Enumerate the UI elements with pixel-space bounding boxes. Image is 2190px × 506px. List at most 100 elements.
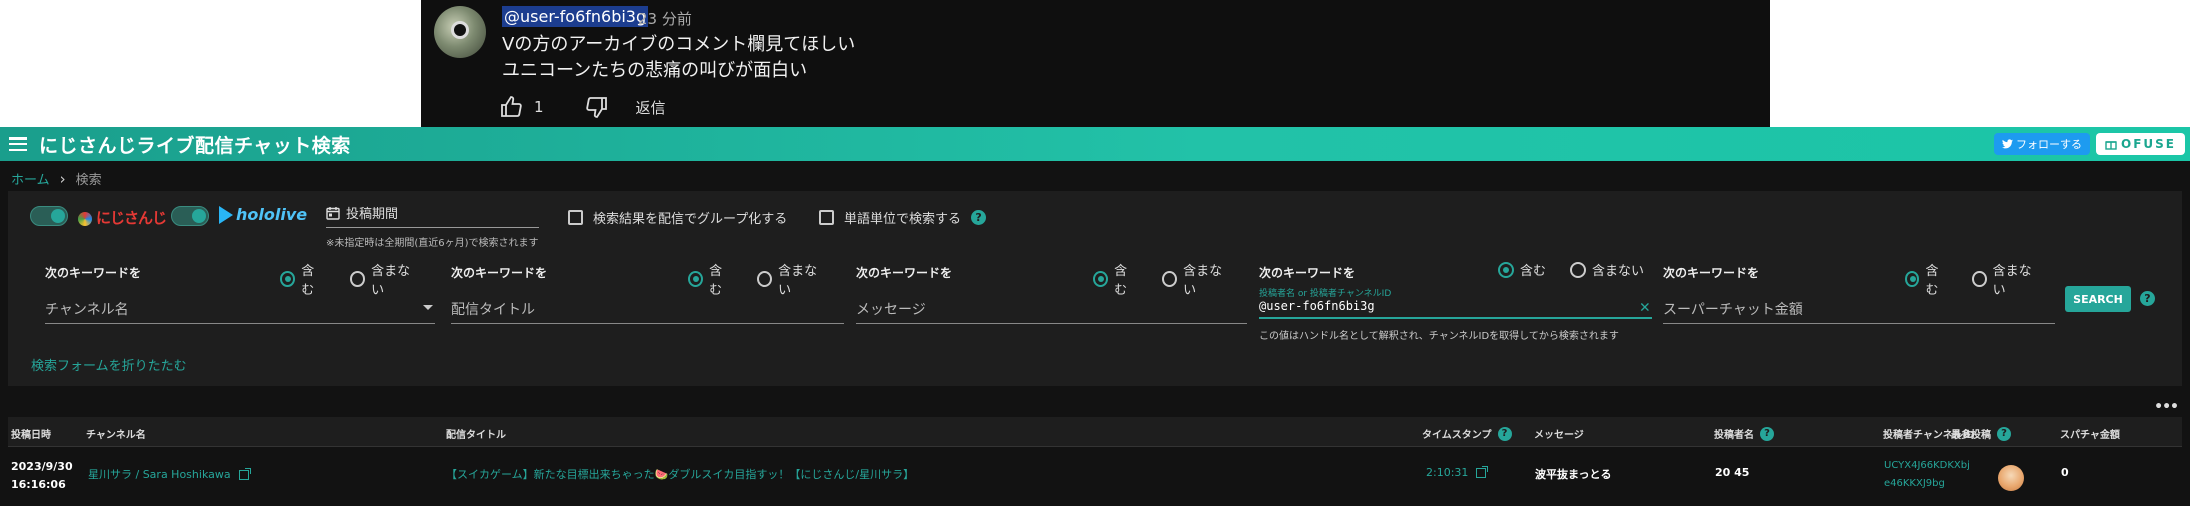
keyword-label: 次のキーワードを <box>856 266 953 280</box>
row-timestamp-link[interactable]: 2:10:31 <box>1426 466 1489 479</box>
breadcrumb-separator: › <box>59 169 66 188</box>
keyword-label: 次のキーワードを <box>1663 266 1760 280</box>
external-link-icon[interactable] <box>1476 466 1489 478</box>
ofuse-button[interactable]: OFUSE <box>2096 133 2185 155</box>
help-icon[interactable]: ? <box>1760 426 1774 441</box>
twitter-follow-button[interactable]: フォローする <box>1994 133 2091 155</box>
exclude-radio[interactable] <box>1972 271 1987 287</box>
group-by-stream-checkbox[interactable]: 検索結果を配信でグループ化する <box>568 208 787 227</box>
col-date[interactable]: 投稿日時 <box>11 426 51 441</box>
col-message[interactable]: メッセージ <box>1534 426 1584 441</box>
header-actions: フォローする OFUSE <box>1994 133 2185 155</box>
col-title[interactable]: 配信タイトル <box>446 426 506 441</box>
row-superchat: 0 <box>2061 466 2069 479</box>
col-latest-label: 最多投稿 <box>1951 430 1991 441</box>
row-author-id-2: e46KKXJ9bg <box>1884 478 1945 489</box>
col-timestamp-label: タイムスタンプ <box>1422 430 1492 441</box>
col-latest[interactable]: 最多投稿? <box>1951 426 2011 441</box>
search-button[interactable]: SEARCH <box>2065 286 2131 312</box>
period-label: 投稿期間 <box>346 207 399 222</box>
keyword-label: 次のキーワードを <box>451 266 548 280</box>
message-input[interactable]: メッセージ <box>856 299 1247 324</box>
comment-line: Vの方のアーカイブのコメント欄見てほしい <box>502 34 856 55</box>
gift-box-icon <box>2105 141 2117 150</box>
help-icon[interactable]: ? <box>1997 426 2011 441</box>
include-label: 含む <box>1520 264 1547 279</box>
thumbs-up-icon[interactable] <box>498 95 524 119</box>
ofuse-label: OFUSE <box>2121 137 2176 151</box>
include-exclude-radios: 含む 含まない <box>1093 260 1231 298</box>
help-icon[interactable]: ? <box>1497 426 1512 441</box>
help-icon[interactable]: ? <box>2140 291 2155 306</box>
exclude-radio[interactable] <box>757 271 773 287</box>
include-radio[interactable] <box>1905 271 1920 287</box>
row-channel-link[interactable]: 星川サラ / Sara Hoshikawa <box>88 466 251 482</box>
include-radio[interactable] <box>1093 271 1109 287</box>
thumbs-down-icon[interactable] <box>584 95 610 119</box>
stream-title-input[interactable]: 配信タイトル <box>451 299 844 324</box>
comment-time[interactable]: 23 分前 <box>638 8 692 29</box>
hololive-toggle[interactable] <box>171 206 209 226</box>
row-author-id-link[interactable]: UCYX4J66KDKXbj e46KKXJ9bg <box>1884 457 1970 493</box>
checkbox-box[interactable] <box>819 210 834 225</box>
include-radio[interactable] <box>280 271 296 287</box>
help-icon[interactable]: ? <box>971 210 987 225</box>
reply-button[interactable]: 返信 <box>636 97 666 118</box>
app-title[interactable]: にじさんじライブ配信チャット検索 <box>39 131 351 158</box>
col-timestamp[interactable]: タイムスタンプ? <box>1422 426 1512 441</box>
group-by-stream-label: 検索結果を配信でグループ化する <box>593 212 788 227</box>
breadcrumb-home[interactable]: ホーム <box>11 169 50 188</box>
comment-actions: 1 返信 <box>498 95 666 119</box>
main-area: ホーム › 検索 にじさんじ hololive 投稿期間 ※未指定時は全期間(直… <box>0 161 2190 506</box>
exclude-radio[interactable] <box>1570 261 1587 278</box>
checkbox-box[interactable] <box>568 210 583 225</box>
exclude-label: 含まない <box>778 264 818 298</box>
commenter-avatar[interactable] <box>434 6 486 58</box>
breadcrumb-current: 検索 <box>75 173 102 188</box>
author-input-value: @user-fo6fn6bi3g <box>1259 299 1375 313</box>
include-label: 含む <box>709 264 723 298</box>
include-radio[interactable] <box>1498 261 1514 278</box>
youtube-comment: @user-fo6fn6bi3g 23 分前 Vの方のアーカイブのコメント欄見て… <box>421 0 1770 127</box>
author-field-note: この値はハンドル名として解釈され、チャンネルIDを取得してから検索されます <box>1259 331 1619 342</box>
row-date: 2023/9/30 <box>11 460 73 473</box>
exclude-radio[interactable] <box>349 271 366 287</box>
more-options-icon[interactable]: ••• <box>2154 399 2179 415</box>
external-link-icon[interactable] <box>238 468 251 480</box>
keyword-group-channel: 次のキーワードを 含む 含まない チャンネル名 <box>30 256 435 346</box>
breadcrumb: ホーム › 検索 <box>11 169 102 189</box>
comment-line: ユニコーンたちの悲痛の叫びが面白い <box>502 60 808 81</box>
include-radio[interactable] <box>688 271 704 287</box>
period-input[interactable]: 投稿期間 <box>326 203 539 228</box>
nijisanji-toggle[interactable] <box>30 206 68 226</box>
include-label: 含む <box>1925 264 1939 298</box>
collapse-form-link[interactable]: 検索フォームを折りたたむ <box>31 355 187 374</box>
include-exclude-radios: 含む 含まない <box>1498 260 1644 279</box>
include-exclude-radios: 含む 含まない <box>280 260 420 298</box>
app-header: にじさんじライブ配信チャット検索 フォローする OFUSE <box>0 127 2190 161</box>
row-title-link[interactable]: 【スイカゲーム】新たな目標出来ちゃった🍉ダブルスイカ目指すッ！【にじさんじ/星川… <box>446 466 914 482</box>
author-input[interactable]: @user-fo6fn6bi3g ✕ <box>1259 297 1652 319</box>
channel-name-select[interactable]: チャンネル名 <box>45 299 435 324</box>
hololive-logo-text: hololive <box>236 205 308 224</box>
comment-username[interactable]: @user-fo6fn6bi3g <box>502 6 649 27</box>
word-unit-checkbox[interactable]: 単語単位で検索する ? <box>819 208 987 227</box>
col-author[interactable]: 投稿者名? <box>1714 426 1774 441</box>
exclude-label: 含まない <box>371 264 411 298</box>
row-channel: 星川サラ / Sara Hoshikawa <box>88 468 231 481</box>
exclude-radio[interactable] <box>1162 271 1178 287</box>
word-unit-label: 単語単位で検索する <box>844 212 962 227</box>
twitter-bird-icon <box>2002 139 2014 149</box>
keyword-group-message: 次のキーワードを 含む 含まない メッセージ <box>841 256 1247 346</box>
keyword-group-title: 次のキーワードを 含む 含まない 配信タイトル <box>436 256 844 346</box>
menu-icon[interactable] <box>9 137 27 151</box>
search-form: にじさんじ hololive 投稿期間 ※未指定時は全期間(直近6ヶ月)で検索さ… <box>8 191 2182 386</box>
include-label: 含む <box>1114 264 1128 298</box>
superchat-amount-input[interactable]: スーパーチャット金額 <box>1663 299 2055 324</box>
col-channel[interactable]: チャンネル名 <box>86 426 146 441</box>
row-author-id-1: UCYX4J66KDKXbj <box>1884 460 1970 471</box>
table-row: 2023/9/30 16:16:06 星川サラ / Sara Hoshikawa… <box>8 447 2182 506</box>
latest-poster-avatar[interactable] <box>1998 465 2024 491</box>
keyword-group-author: 次のキーワードを 含む 含まない 投稿者名 or 投稿者チャンネルID @use… <box>1244 256 1664 346</box>
col-superchat[interactable]: スパチャ金額 <box>2060 426 2120 441</box>
